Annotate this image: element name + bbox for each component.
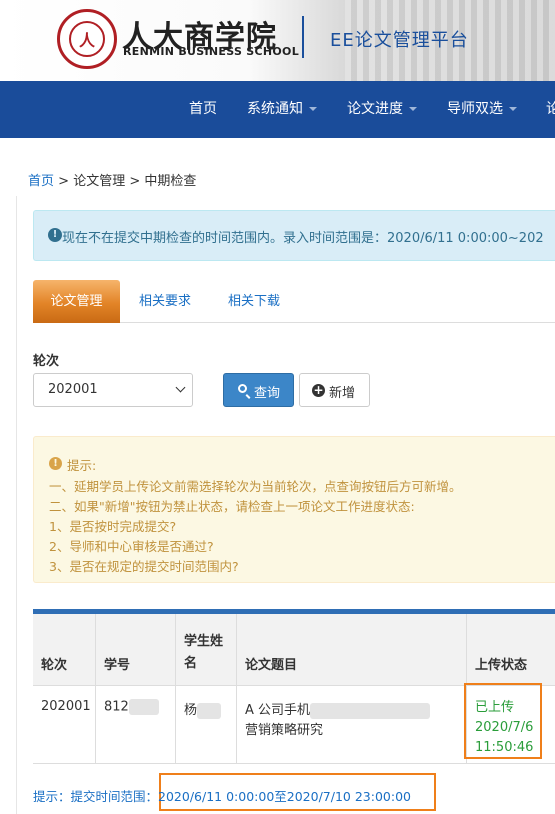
submit-time-label: 提示：提交时间范围：	[33, 789, 159, 804]
column-header-label: 学生姓	[184, 634, 224, 649]
column-header-upload-status: 上传状态	[467, 614, 555, 686]
nav-item-advisor[interactable]: 导师双选	[447, 98, 517, 118]
table-cell-thesis-title: A 公司手机 营销策略研究	[237, 686, 467, 764]
column-header-label: 名	[184, 656, 198, 671]
chevron-down-icon	[309, 107, 317, 111]
redaction-blur	[310, 702, 431, 719]
tab-thesis-management[interactable]: 论文管理	[33, 280, 120, 323]
breadcrumb: 首页 > 论文管理 > 中期检查	[28, 170, 196, 189]
instructions-title: 提示:	[67, 458, 97, 473]
query-button[interactable]: 查询	[223, 373, 294, 407]
nav-item-label: 系统通知	[247, 101, 303, 117]
time-range-alert: ! 现在不在提交中期检查的时间范围内。录入时间范围是：2020/6/11 0:0…	[33, 210, 555, 261]
cell-value: 营销策略研究	[245, 723, 324, 738]
column-header-round: 轮次	[33, 614, 96, 686]
cell-value: 202001	[41, 699, 91, 714]
cell-value: 812	[104, 699, 129, 715]
submit-time-tip: 提示：提交时间范围：2020/6/11 0:00:00至2020/7/10 23…	[33, 786, 411, 805]
upload-status-highlight	[464, 683, 542, 759]
submit-time-range: 2020/6/11 0:00:00至2020/7/10 23:00:00	[158, 789, 411, 804]
column-header-label: 学号	[104, 658, 131, 673]
plus-circle-icon: +	[312, 383, 325, 397]
table-cell-round: 202001	[33, 686, 96, 764]
nav-item-label: 论文进度	[347, 101, 403, 117]
instructions-alert: ! 提示: 一、延期学员上传论文前需选择轮次为当前轮次，点查询按钮后方可新增。 …	[33, 436, 555, 583]
breadcrumb-level2: 论文管理	[73, 174, 126, 189]
instructions-line: 2、导师和中心审核是否通过?	[49, 539, 214, 554]
instructions-line: 一、延期学员上传论文前需选择轮次为当前轮次，点查询按钮后方可新增。	[49, 479, 462, 494]
round-label: 轮次	[33, 354, 60, 369]
chevron-down-icon	[509, 107, 517, 111]
instructions-line: 3、是否在规定的提交时间范围内?	[49, 559, 239, 574]
breadcrumb-current: 中期检查	[144, 174, 197, 189]
platform-title: EE论文管理平台	[330, 30, 469, 51]
column-header-thesis-title: 论文题目	[237, 614, 467, 686]
round-select[interactable]: 202001	[33, 373, 193, 407]
school-name-en: RENMIN BUSINESS SCHOOL	[123, 45, 300, 58]
query-button-label: 查询	[254, 386, 281, 401]
search-icon	[238, 384, 247, 393]
column-header-student-name: 学生姓名	[176, 614, 237, 686]
seal-center: 人	[69, 21, 105, 57]
nav-item-home[interactable]: 首页	[189, 98, 217, 118]
table-cell-student-name: 杨	[176, 686, 237, 764]
redaction-blur	[197, 702, 222, 719]
tab-requirements[interactable]: 相关要求	[139, 280, 191, 323]
add-button-label: 新增	[329, 386, 356, 401]
nav-item-notices[interactable]: 系统通知	[247, 98, 317, 118]
info-icon: !	[48, 228, 62, 242]
cell-value: A 公司手机	[245, 703, 311, 718]
column-header-label: 上传状态	[475, 658, 528, 673]
nav-item-label: 论	[546, 101, 555, 117]
main-nav: 首页 系统通知 论文进度 导师双选 论	[0, 81, 555, 138]
chevron-down-icon	[175, 382, 186, 393]
column-header-label: 论文题目	[245, 658, 298, 673]
nav-item-label: 首页	[189, 101, 217, 117]
header-divider	[302, 16, 304, 58]
column-header-student-id: 学号	[96, 614, 176, 686]
breadcrumb-separator: >	[54, 174, 74, 189]
warning-icon: !	[49, 457, 62, 470]
instructions-line: 1、是否按时完成提交?	[49, 519, 177, 534]
cell-value: 杨	[184, 703, 198, 718]
column-header-label: 轮次	[41, 658, 68, 673]
redaction-blur	[128, 699, 159, 715]
breadcrumb-home-link[interactable]: 首页	[28, 174, 54, 189]
chevron-down-icon	[409, 107, 417, 111]
school-seal-logo[interactable]: 人	[57, 9, 117, 69]
time-range-alert-text: 现在不在提交中期检查的时间范围内。录入时间范围是：2020/6/11 0:00:…	[62, 231, 544, 246]
add-button[interactable]: + 新增	[299, 373, 370, 407]
instructions-line: 二、如果"新增"按钮为禁止状态，请检查上一项论文工作进度状态:	[49, 499, 415, 514]
tab-downloads[interactable]: 相关下载	[228, 280, 280, 323]
round-select-value: 202001	[48, 382, 98, 397]
breadcrumb-separator: >	[125, 174, 145, 189]
nav-item-paper[interactable]: 论	[546, 98, 555, 118]
table-cell-student-id: 812	[96, 686, 176, 764]
tab-bar: 论文管理 相关要求 相关下载	[33, 280, 555, 323]
nav-item-label: 导师双选	[447, 101, 503, 117]
site-header: 人 人大商学院 RENMIN BUSINESS SCHOOL EE论文管理平台	[0, 0, 555, 81]
nav-item-progress[interactable]: 论文进度	[347, 98, 417, 118]
